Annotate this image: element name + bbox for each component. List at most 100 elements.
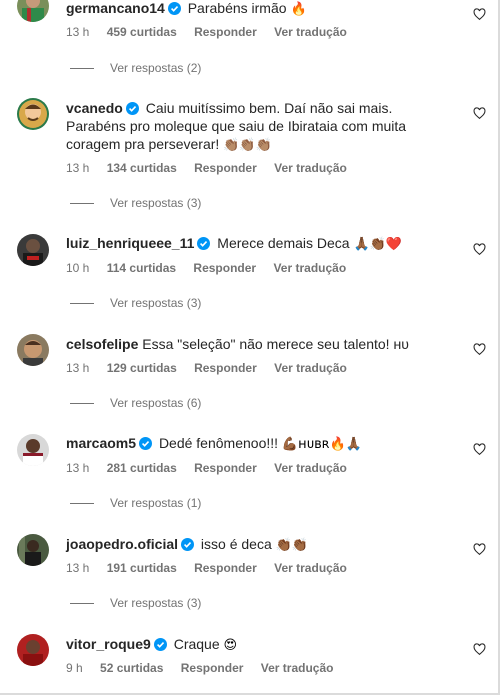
comment-emoji: 😍 — [223, 638, 238, 653]
likes-count[interactable]: 281 curtidas — [107, 461, 177, 475]
comment-item: luiz_henriqueee_11 Merece demais Deca 🙏🏾… — [0, 234, 500, 319]
translate-button[interactable]: Ver tradução — [274, 461, 347, 475]
replies-dash — [70, 202, 94, 204]
verified-badge-icon — [139, 437, 153, 450]
verified-badge-icon — [167, 2, 181, 15]
avatar[interactable] — [17, 234, 49, 266]
comment-meta: 13 h 281 curtidas Responder Ver tradução — [66, 461, 361, 475]
view-replies-button[interactable]: Ver respostas (1) — [70, 496, 201, 510]
replies-dash — [70, 402, 94, 404]
comment-meta: 9 h 52 curtidas Responder Ver tradução — [66, 661, 347, 675]
comment-text: Dedé fenômenoo!!! — [158, 435, 279, 451]
likes-count[interactable]: 459 curtidas — [107, 25, 177, 39]
avatar[interactable] — [17, 534, 49, 566]
username-link[interactable]: vitor_roque9 — [66, 636, 151, 652]
comment-text: Craque — [173, 636, 220, 652]
comment-body: marcaom5 Dedé fenômenoo!!! 💪🏾ʜᴜʙʀ🔥🙏🏾 — [66, 434, 456, 454]
view-replies-button[interactable]: Ver respostas (3) — [70, 296, 201, 310]
replies-dash — [70, 502, 94, 504]
translate-button[interactable]: Ver tradução — [274, 25, 347, 39]
avatar[interactable] — [17, 98, 49, 130]
reply-button[interactable]: Responder — [181, 661, 244, 675]
reply-button[interactable]: Responder — [194, 25, 257, 39]
avatar[interactable] — [17, 334, 49, 366]
comment-time: 13 h — [66, 25, 90, 39]
like-heart-icon[interactable] — [473, 543, 486, 556]
comment-item: germancano14 Parabéns irmão 🔥 13 h 459 c… — [0, 0, 500, 90]
avatar[interactable] — [17, 434, 49, 466]
view-replies-label: Ver respostas (2) — [110, 61, 202, 75]
view-replies-label: Ver respostas (3) — [110, 296, 202, 310]
comment-emoji: 👏🏾👏🏾 — [275, 538, 308, 553]
comment-emoji: 💪🏾ʜᴜʙʀ🔥🙏🏾 — [281, 437, 362, 452]
translate-button[interactable]: Ver tradução — [274, 361, 347, 375]
view-replies-label: Ver respostas (6) — [110, 396, 202, 410]
username-link[interactable]: marcaom5 — [66, 435, 136, 451]
comment-meta: 13 h 129 curtidas Responder Ver tradução — [66, 361, 361, 375]
translate-button[interactable]: Ver tradução — [273, 261, 346, 275]
comment-time: 13 h — [66, 361, 90, 375]
likes-count[interactable]: 191 curtidas — [107, 561, 177, 575]
like-heart-icon[interactable] — [473, 243, 486, 256]
view-replies-label: Ver respostas (3) — [110, 596, 202, 610]
translate-button[interactable]: Ver tradução — [261, 661, 334, 675]
comment-body: vitor_roque9 Craque 😍 — [66, 635, 456, 655]
view-replies-label: Ver respostas (3) — [110, 196, 202, 210]
comment-meta: 13 h 191 curtidas Responder Ver tradução — [66, 561, 361, 575]
comment-item: joaopedro.oficial isso é deca 👏🏾👏🏾 13 h … — [0, 534, 500, 619]
comment-body: luiz_henriqueee_11 Merece demais Deca 🙏🏾… — [66, 234, 456, 254]
avatar[interactable] — [17, 634, 49, 666]
comment-item: celsofelipe Essa "seleção" não merece se… — [0, 334, 500, 419]
view-replies-button[interactable]: Ver respostas (2) — [70, 61, 201, 75]
like-heart-icon[interactable] — [473, 443, 486, 456]
view-replies-button[interactable]: Ver respostas (6) — [70, 396, 201, 410]
like-heart-icon[interactable] — [473, 343, 486, 356]
username-link[interactable]: luiz_henriqueee_11 — [66, 235, 194, 251]
likes-count[interactable]: 114 curtidas — [107, 261, 176, 275]
translate-button[interactable]: Ver tradução — [274, 161, 347, 175]
comment-text: Parabéns irmão — [187, 0, 287, 16]
avatar[interactable] — [17, 0, 49, 22]
translate-button[interactable]: Ver tradução — [274, 561, 347, 575]
username-link[interactable]: germancano14 — [66, 0, 165, 16]
comment-body: celsofelipe Essa "seleção" não merece se… — [66, 335, 456, 353]
comment-meta: 10 h 114 curtidas Responder Ver tradução — [66, 261, 360, 275]
likes-count[interactable]: 52 curtidas — [100, 661, 163, 675]
likes-count[interactable]: 134 curtidas — [107, 161, 177, 175]
comment-text: Merece demais Deca — [217, 235, 350, 251]
comment-text: Essa "seleção" não merece seu talento! ʜ… — [142, 336, 409, 352]
comment-body: vcanedo Caiu muitíssimo bem. Daí não sai… — [66, 99, 456, 155]
reply-button[interactable]: Responder — [194, 561, 257, 575]
username-link[interactable]: joaopedro.oficial — [66, 536, 178, 552]
comment-time: 13 h — [66, 461, 90, 475]
comment-item: vitor_roque9 Craque 😍 9 h 52 curtidas Re… — [0, 634, 500, 689]
like-heart-icon[interactable] — [473, 643, 486, 656]
comment-time: 13 h — [66, 561, 90, 575]
comment-meta: 13 h 134 curtidas Responder Ver tradução — [66, 161, 361, 175]
likes-count[interactable]: 129 curtidas — [107, 361, 177, 375]
comment-body: joaopedro.oficial isso é deca 👏🏾👏🏾 — [66, 535, 456, 555]
comment-meta: 13 h 459 curtidas Responder Ver tradução — [66, 25, 361, 39]
comment-time: 10 h — [66, 261, 90, 275]
replies-dash — [70, 602, 94, 604]
reply-button[interactable]: Responder — [194, 461, 257, 475]
verified-badge-icon — [197, 237, 211, 250]
username-link[interactable]: celsofelipe — [66, 336, 138, 352]
comment-item: vcanedo Caiu muitíssimo bem. Daí não sai… — [0, 98, 500, 218]
comment-emoji: 👏🏽👏🏽👏🏽 — [223, 138, 272, 153]
comment-body: germancano14 Parabéns irmão 🔥 — [66, 0, 456, 19]
like-heart-icon[interactable] — [473, 8, 486, 21]
comment-time: 9 h — [66, 661, 83, 675]
verified-badge-icon — [153, 638, 167, 651]
replies-dash — [70, 67, 94, 69]
view-replies-label: Ver respostas (1) — [110, 496, 202, 510]
reply-button[interactable]: Responder — [194, 161, 257, 175]
reply-button[interactable]: Responder — [193, 261, 256, 275]
comment-time: 13 h — [66, 161, 90, 175]
reply-button[interactable]: Responder — [194, 361, 257, 375]
view-replies-button[interactable]: Ver respostas (3) — [70, 196, 201, 210]
view-replies-button[interactable]: Ver respostas (3) — [70, 596, 201, 610]
username-link[interactable]: vcanedo — [66, 100, 123, 116]
verified-badge-icon — [181, 538, 195, 551]
like-heart-icon[interactable] — [473, 107, 486, 120]
